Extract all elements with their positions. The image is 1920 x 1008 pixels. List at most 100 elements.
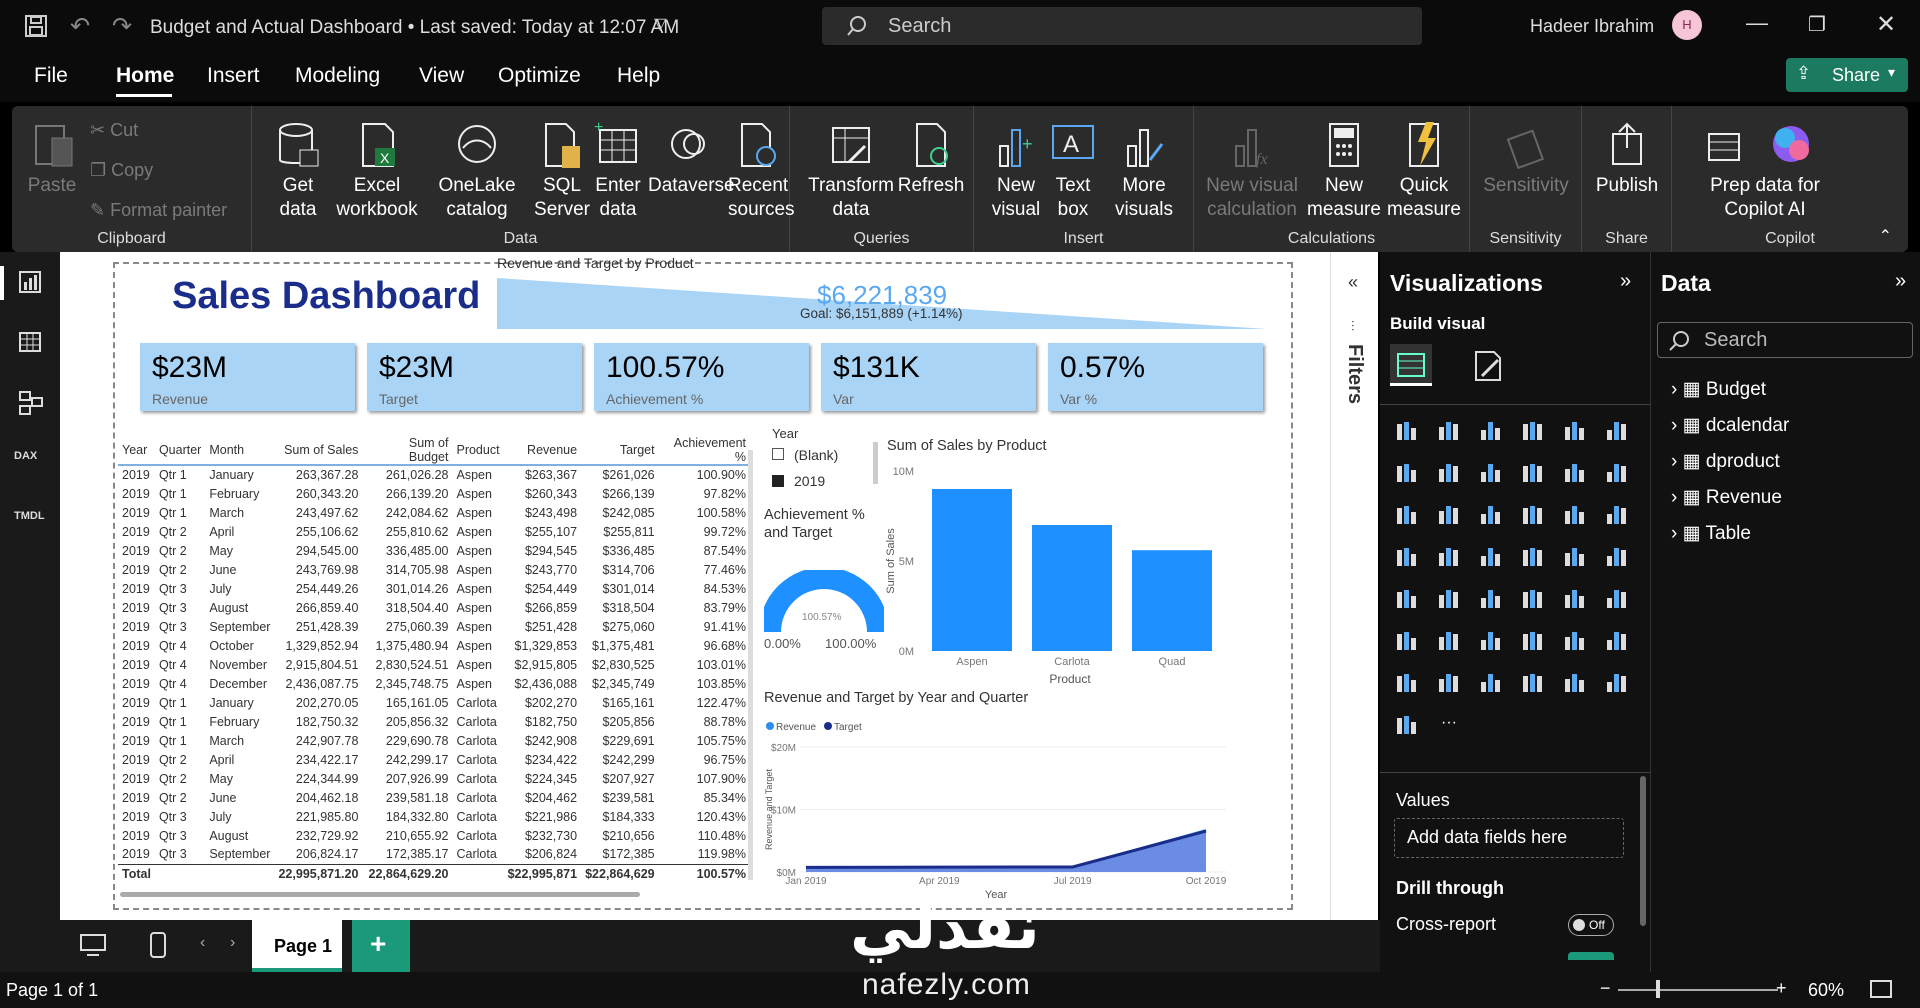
column-header[interactable]: Target	[581, 436, 659, 466]
column-header[interactable]: Quarter	[154, 436, 206, 466]
next-page-icon[interactable]: ›	[230, 934, 235, 952]
paginated-icon[interactable]	[1604, 628, 1630, 654]
treemap-icon[interactable]	[1394, 544, 1420, 570]
map-icon[interactable]	[1436, 544, 1462, 570]
more-visuals-icon[interactable]: ···	[1436, 712, 1462, 738]
menu-view[interactable]: View	[419, 64, 464, 88]
quick-measure-button[interactable]: Quick measure	[1384, 120, 1464, 222]
mobile-layout-icon[interactable]	[150, 932, 166, 958]
table-row[interactable]: 2019 Qtr 3 August 232,729.92 210,655.92 Carlo…	[118, 826, 750, 845]
get-data-button[interactable]: Get data	[268, 120, 328, 222]
column-header[interactable]: Sum of Budget	[362, 436, 453, 466]
new-measure-button[interactable]: New measure	[1304, 120, 1384, 222]
clustered-bar-icon[interactable]	[1478, 418, 1504, 444]
column-header[interactable]: Year	[118, 436, 155, 466]
table-view-icon[interactable]	[18, 330, 42, 354]
menu-insert[interactable]: Insert	[207, 64, 260, 88]
chevron-down-icon[interactable]: ▽	[654, 14, 666, 34]
table-horizontal-scrollbar[interactable]	[120, 892, 640, 897]
new-visual-calculation-button[interactable]: fx New visual calculation	[1202, 120, 1302, 222]
menu-modeling[interactable]: Modeling	[295, 64, 380, 88]
pie-icon[interactable]	[1562, 502, 1588, 528]
column-header[interactable]: Sum of Sales	[274, 436, 363, 466]
transform-data-button[interactable]: Transform data	[808, 120, 894, 222]
image-icon[interactable]	[1520, 670, 1546, 696]
previous-page-icon[interactable]: ‹	[200, 934, 205, 952]
slicer-item-2019[interactable]: 2019	[794, 473, 825, 489]
column-header[interactable]: Achievement %	[658, 436, 750, 466]
custom-1-icon[interactable]	[1478, 670, 1504, 696]
100-area-icon[interactable]	[1520, 460, 1546, 486]
save-icon[interactable]	[24, 14, 48, 38]
table-row[interactable]: 2019 Qtr 1 January 202,270.05 165,161.05 Carl…	[118, 693, 750, 712]
column-header[interactable]: Month	[205, 436, 275, 466]
more-1-icon[interactable]	[1394, 712, 1420, 738]
python-visual-icon[interactable]	[1604, 586, 1630, 612]
column-header[interactable]: Product	[452, 436, 504, 466]
publish-button[interactable]: Publish	[1592, 120, 1662, 198]
kpi-card-revenue[interactable]: $23M Revenue	[140, 343, 355, 411]
document-title[interactable]: Budget and Actual Dashboard • Last saved…	[150, 17, 679, 39]
menu-optimize[interactable]: Optimize	[498, 64, 581, 88]
prep-data-copilot-button[interactable]: Prep data for Copilot AI	[1680, 120, 1850, 222]
sales-by-product-bar-chart[interactable]: 0M 5M 10M Sum of Sales Aspen Carlota Quad Produ…	[880, 458, 1260, 688]
table-item-dcalendar[interactable]: › ▦ dcalendar	[1671, 408, 1911, 444]
sensitivity-button[interactable]: Sensitivity	[1476, 120, 1576, 198]
table-row[interactable]: 2019 Qtr 3 September 251,428.39 275,060.39 As…	[118, 617, 750, 636]
waterfall-icon[interactable]	[1436, 502, 1462, 528]
slicer-scrollbar[interactable]	[873, 442, 878, 484]
collapse-data-pane-icon[interactable]: »	[1895, 270, 1906, 293]
line-stacked-column-icon[interactable]	[1604, 460, 1630, 486]
new-visual-button[interactable]: + New visual	[986, 120, 1046, 222]
table-icon[interactable]	[1478, 586, 1504, 612]
fit-to-page-icon[interactable]	[1870, 980, 1892, 998]
table-row[interactable]: 2019 Qtr 4 December 2,436,087.75 2,345,748.7…	[118, 674, 750, 693]
table-row[interactable]: 2019 Qtr 1 February 182,750.32 205,856.32 Car…	[118, 712, 750, 731]
slicer-checkbox-blank[interactable]	[772, 448, 784, 460]
zoom-in-icon[interactable]: +	[1776, 978, 1787, 999]
revenue-target-area-chart[interactable]: Revenue Target$0M$10M$20MRevenue and Targ…	[762, 712, 1282, 904]
excel-button[interactable]: X Excel workbook	[334, 120, 420, 222]
redo-icon[interactable]: ↷	[112, 12, 132, 41]
cut-button[interactable]: ✂ Cut	[90, 118, 138, 142]
line-icon[interactable]	[1394, 460, 1420, 486]
viz-pane-scrollbar[interactable]	[1640, 776, 1646, 926]
kpi-icon[interactable]	[1394, 586, 1420, 612]
custom-2-icon[interactable]	[1562, 670, 1588, 696]
table-row[interactable]: 2019 Qtr 3 August 266,859.40 318,504.40 Aspen…	[118, 598, 750, 617]
undo-icon[interactable]: ↶	[70, 12, 90, 41]
decomposition-tree-icon[interactable]	[1436, 628, 1462, 654]
search-box[interactable]: Search	[822, 7, 1422, 45]
desktop-layout-icon[interactable]	[80, 934, 106, 956]
onelake-button[interactable]: OneLake catalog	[422, 120, 532, 222]
collapse-ribbon-icon[interactable]: ⌃	[1879, 226, 1892, 246]
donut-icon[interactable]	[1604, 502, 1630, 528]
zoom-slider[interactable]	[1618, 989, 1778, 991]
table-row[interactable]: 2019 Qtr 2 June 204,462.18 239,581.18 Carlota…	[118, 788, 750, 807]
dax-query-view-icon[interactable]: DAX	[14, 450, 37, 462]
scatter-icon[interactable]	[1520, 502, 1546, 528]
avatar[interactable]: H	[1672, 10, 1702, 40]
table-row[interactable]: 2019 Qtr 3 July 254,449.26 301,014.26 Aspen $2…	[118, 579, 750, 598]
table-row[interactable]: 2019 Qtr 2 April 255,106.62 255,810.62 Aspen $…	[118, 522, 750, 541]
stacked-column-icon[interactable]	[1436, 418, 1462, 444]
table-item-table[interactable]: › ▦ Table	[1671, 516, 1911, 552]
kpi-card-var[interactable]: $131K Var	[821, 343, 1036, 411]
keep-filters-toggle[interactable]	[1568, 952, 1614, 960]
100-column-icon[interactable]	[1604, 418, 1630, 444]
page-tab-1[interactable]: Page 1	[252, 920, 342, 972]
table-row[interactable]: 2019 Qtr 2 June 243,769.98 314,705.98 Aspen $2…	[118, 560, 750, 579]
table-row[interactable]: 2019 Qtr 1 March 242,907.78 229,690.78 Carlot…	[118, 731, 750, 750]
cross-report-toggle[interactable]: Off	[1568, 914, 1614, 936]
restore-icon[interactable]: ❐	[1808, 12, 1826, 37]
enter-data-button[interactable]: + Enter data	[592, 119, 644, 222]
table-row[interactable]: 2019 Qtr 1 January 263,367.28 261,026.28 Aspe…	[118, 465, 750, 484]
funnel-icon[interactable]	[1478, 502, 1504, 528]
slicer-icon[interactable]	[1436, 586, 1462, 612]
r-visual-icon[interactable]	[1562, 586, 1588, 612]
add-page-button[interactable]: +	[352, 920, 410, 972]
card-icon[interactable]	[1604, 544, 1630, 570]
share-button[interactable]: ⇪ Share ▾	[1786, 58, 1908, 92]
expand-filters-icon[interactable]: «	[1348, 272, 1358, 293]
table-row[interactable]: 2019 Qtr 1 March 243,497.62 242,084.62 Aspen $…	[118, 503, 750, 522]
